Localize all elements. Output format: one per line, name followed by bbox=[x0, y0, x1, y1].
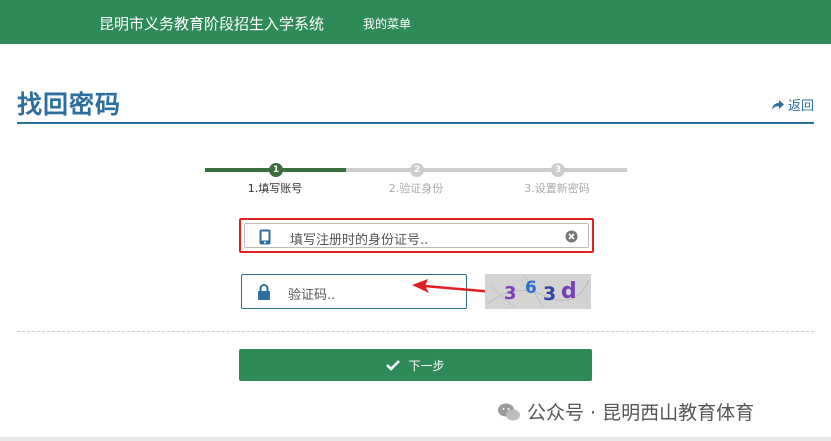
lock-icon bbox=[258, 284, 270, 300]
mobile-phone-icon bbox=[259, 229, 271, 245]
id-field-highlight: 填写注册时的身份证号.. bbox=[239, 218, 594, 253]
step-label-3: 3.设置新密码 bbox=[524, 182, 590, 195]
captcha-char-3: 3 bbox=[543, 283, 557, 305]
id-number-input[interactable]: 填写注册时的身份证号.. bbox=[244, 223, 589, 248]
clear-circle-icon[interactable] bbox=[565, 230, 578, 243]
captcha-image[interactable]: 3 6 3 d bbox=[485, 274, 591, 309]
id-number-placeholder: 填写注册时的身份证号.. bbox=[290, 233, 429, 248]
watermark-text: 公众号 · 昆明西山教育体育 bbox=[527, 402, 755, 424]
captcha-char-2: 6 bbox=[525, 278, 537, 298]
captcha-placeholder: 验证码.. bbox=[288, 288, 336, 303]
captcha-char-1: 3 bbox=[504, 283, 517, 304]
check-icon bbox=[386, 360, 401, 371]
progress-steps: 1 2 3 1.填写账号 2.验证身份 3.设置新密码 bbox=[205, 160, 627, 200]
bottom-edge bbox=[0, 437, 831, 441]
back-link[interactable]: 返回 bbox=[771, 95, 814, 114]
share-arrow-icon bbox=[771, 99, 784, 110]
wechat-icon bbox=[498, 403, 520, 420]
step-number-3: 3 bbox=[551, 163, 565, 177]
form-divider bbox=[17, 331, 814, 332]
step-number-1: 1 bbox=[269, 163, 283, 177]
captcha-char-4: d bbox=[561, 279, 577, 304]
step-label-2: 2.验证身份 bbox=[388, 182, 444, 195]
step-label-1: 1.填写账号 bbox=[247, 182, 303, 195]
step-number-2: 2 bbox=[410, 163, 424, 177]
forgot-password-page: 昆明市义务教育阶段招生入学系统 我的菜单 找回密码 返回 1 2 3 1.填写账… bbox=[0, 0, 831, 441]
page-title: 找回密码 bbox=[17, 90, 122, 119]
my-menu-link[interactable]: 我的菜单 bbox=[363, 15, 411, 32]
back-label: 返回 bbox=[787, 99, 814, 114]
watermark: 公众号 · 昆明西山教育体育 bbox=[497, 398, 754, 425]
top-navbar: 昆明市义务教育阶段招生入学系统 我的菜单 bbox=[0, 0, 831, 44]
next-step-label: 下一步 bbox=[408, 358, 445, 373]
red-arrow-annotation bbox=[412, 279, 495, 294]
system-brand[interactable]: 昆明市义务教育阶段招生入学系统 bbox=[99, 13, 324, 34]
title-underline bbox=[17, 122, 814, 124]
next-step-button[interactable]: 下一步 bbox=[239, 349, 592, 381]
